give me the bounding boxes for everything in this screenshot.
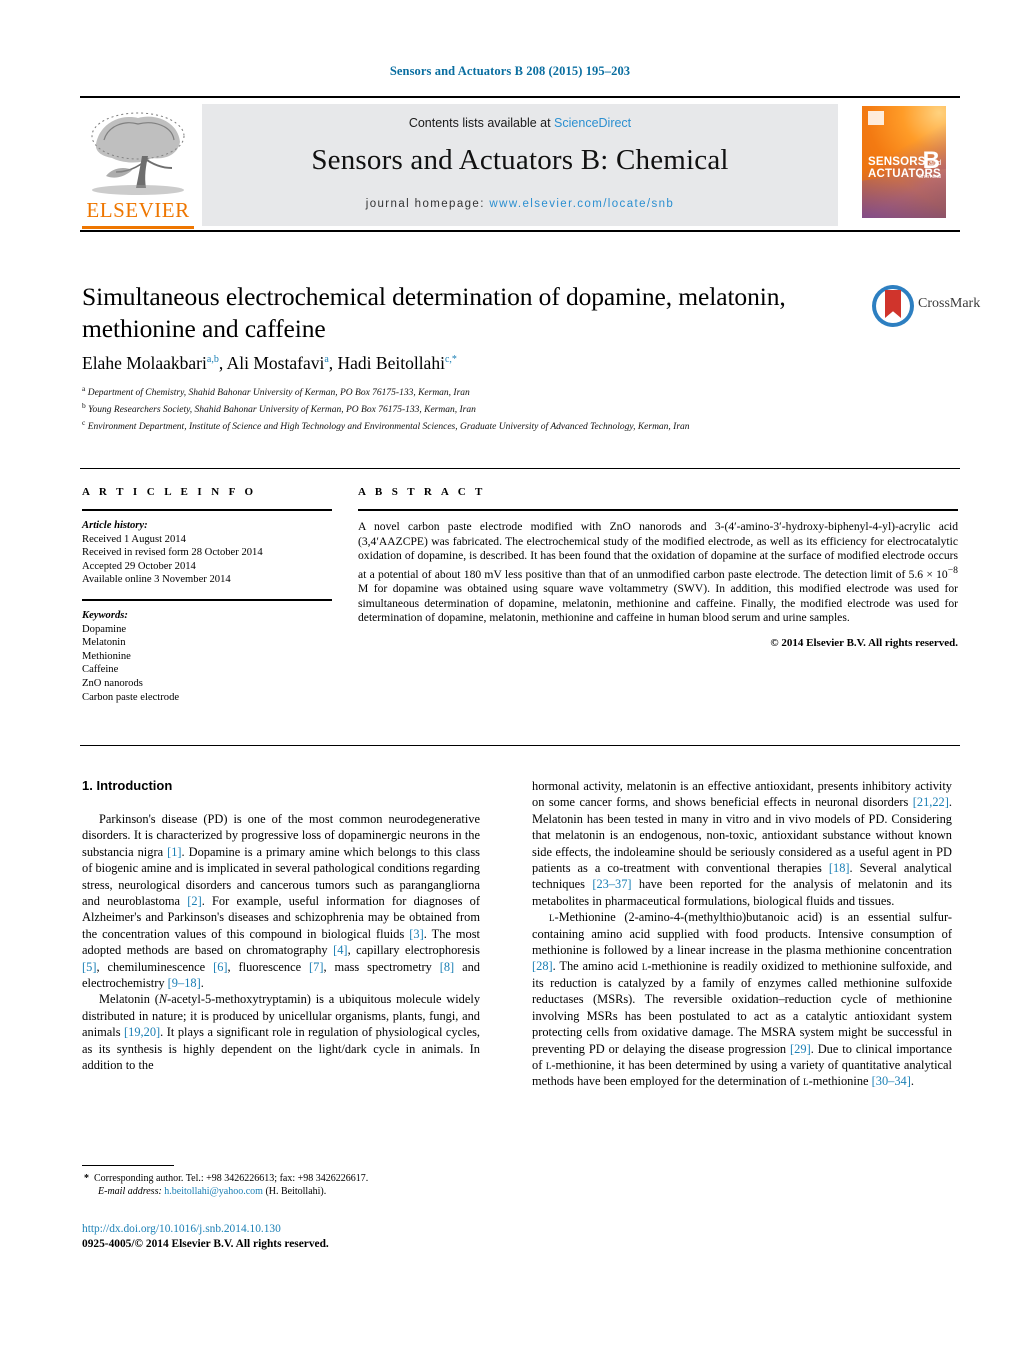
email-line: E-mail address: h.beitollahi@yahoo.com (…: [84, 1185, 504, 1198]
masthead-top-rule: [80, 96, 960, 98]
journal-masthead: ELSEVIER Contents lists available at Sci…: [80, 96, 960, 232]
body-left-column: 1. Introduction Parkinson's disease (PD)…: [82, 778, 480, 1074]
article-title: Simultaneous electrochemical determinati…: [82, 282, 786, 343]
affiliation-text: Environment Department, Institute of Sci…: [87, 421, 690, 432]
abstract-text: A novel carbon paste electrode modified …: [358, 520, 958, 625]
affiliation-item: c Environment Department, Institute of S…: [82, 417, 872, 434]
keyword-item: Dopamine: [82, 623, 127, 635]
journal-title: Sensors and Actuators B: Chemical: [311, 144, 729, 176]
keyword-item: Melatonin: [82, 637, 126, 649]
keywords-rule: [82, 598, 332, 601]
paragraph: hormonal activity, melatonin is an effec…: [532, 779, 953, 908]
elsevier-wordmark: ELSEVIER: [86, 198, 190, 222]
keywords-label: Keywords:: [82, 609, 128, 621]
email-link[interactable]: h.beitollahi@yahoo.com: [164, 1186, 263, 1197]
keyword-item: Methionine: [82, 650, 131, 662]
affiliation-marker: c: [82, 417, 86, 427]
masthead-bottom-rule: [80, 230, 960, 232]
cover-artwork: SENSORS and ACTUATORS B Chemical: [862, 106, 946, 218]
affiliation-list: a Department of Chemistry, Shahid Bahona…: [82, 383, 872, 433]
corresponding-author-line: * Corresponding author. Tel.: +98 342622…: [84, 1173, 369, 1184]
issn-copyright-line: 0925-4005/© 2014 Elsevier B.V. All right…: [82, 1238, 329, 1250]
keywords-group: Keywords: Dopamine Melatonin Methionine …: [82, 609, 332, 704]
running-head: Sensors and Actuators B 208 (2015) 195–2…: [389, 64, 631, 78]
elsevier-underline: [82, 226, 194, 229]
affiliation-marker: a: [82, 384, 86, 393]
article-info-column: A R T I C L E I N F O Article history: R…: [82, 486, 332, 704]
info-frame-top-rule: [80, 468, 960, 469]
cover-volume-letter: B: [922, 147, 940, 174]
body-right-column: hormonal activity, melatonin is an effec…: [532, 778, 952, 1090]
history-item: Received 1 August 2014: [82, 533, 186, 545]
cover-sub-letter: Chemical: [918, 174, 941, 180]
article-history-label: Article history:: [82, 520, 148, 531]
affiliation-text: Department of Chemistry, Shahid Bahonar …: [87, 388, 470, 399]
journal-article-page: Sensors and Actuators B 208 (2015) 195–2…: [0, 0, 1020, 1351]
corresponding-author-footnote: * Corresponding author. Tel.: +98 342622…: [84, 1172, 504, 1199]
paragraph: Parkinson's disease (PD) is one of the m…: [82, 812, 480, 991]
abstract-column: A B S T R A C T A novel carbon paste ele…: [358, 486, 958, 649]
affiliation-marker: b: [82, 400, 86, 410]
history-item: Accepted 29 October 2014: [82, 560, 196, 572]
elsevier-tree-icon: [82, 106, 194, 198]
doi-link[interactable]: http://dx.doi.org/10.1016/j.snb.2014.10.…: [82, 1222, 542, 1237]
info-frame-bottom-rule: [80, 745, 960, 746]
affiliation-item: b Young Researchers Society, Shahid Baho…: [82, 400, 872, 417]
crossmark-icon: [872, 285, 914, 327]
elsevier-logo: ELSEVIER: [82, 106, 194, 229]
history-item: Available online 3 November 2014: [82, 574, 231, 586]
contents-available-line: Contents lists available at ScienceDirec…: [202, 116, 838, 130]
homepage-label: journal homepage:: [365, 198, 485, 210]
crossmark-badge[interactable]: CrossMark: [872, 283, 980, 335]
email-owner: (H. Beitollahi).: [265, 1186, 327, 1198]
journal-band: Contents lists available at ScienceDirec…: [202, 104, 838, 226]
paragraph: Melatonin (N-acetyl-5-methoxytryptamin) …: [82, 992, 481, 1073]
doi-block: http://dx.doi.org/10.1016/j.snb.2014.10.…: [82, 1222, 542, 1252]
journal-cover-thumbnail[interactable]: SENSORS and ACTUATORS B Chemical: [850, 104, 958, 226]
abstract-heading: A B S T R A C T: [358, 486, 486, 498]
article-info-heading: A R T I C L E I N F O: [82, 486, 257, 498]
affiliation-item: a Department of Chemistry, Shahid Bahona…: [82, 383, 872, 400]
section-heading-introduction: 1. Introduction: [82, 778, 173, 793]
homepage-url-link[interactable]: www.elsevier.com/locate/snb: [489, 198, 674, 210]
abstract-rule: [358, 509, 958, 511]
article-history-group: Article history: Received 1 August 2014 …: [82, 519, 332, 587]
crossmark-label: CrossMark: [918, 296, 981, 311]
email-label: E-mail address:: [98, 1186, 162, 1198]
cover-sensors-word: SENSORS: [868, 156, 926, 168]
contents-prefix: Contents lists available at: [408, 116, 555, 130]
paragraph: l-Methionine (2-amino-4-(methylthio)buta…: [532, 910, 952, 1089]
journal-homepage-line: journal homepage: www.elsevier.com/locat…: [202, 198, 838, 210]
affiliation-text: Young Researchers Society, Shahid Bahona…: [88, 404, 476, 415]
sciencedirect-link[interactable]: ScienceDirect: [554, 116, 631, 130]
abstract-copyright: © 2014 Elsevier B.V. All rights reserved…: [770, 637, 958, 650]
footnote-rule: [82, 1165, 174, 1166]
title-block: Simultaneous electrochemical determinati…: [82, 281, 852, 345]
history-item: Received in revised form 28 October 2014: [82, 547, 263, 559]
keyword-item: ZnO nanorods: [82, 677, 143, 689]
keyword-item: Caffeine: [82, 664, 119, 676]
cover-elsevier-mark-icon: [868, 111, 884, 125]
article-info-rule: [82, 509, 332, 511]
author-list: Elahe Molaakbaria,b, Ali Mostafavia, Had…: [82, 353, 457, 373]
keyword-item: Carbon paste electrode: [82, 691, 180, 703]
